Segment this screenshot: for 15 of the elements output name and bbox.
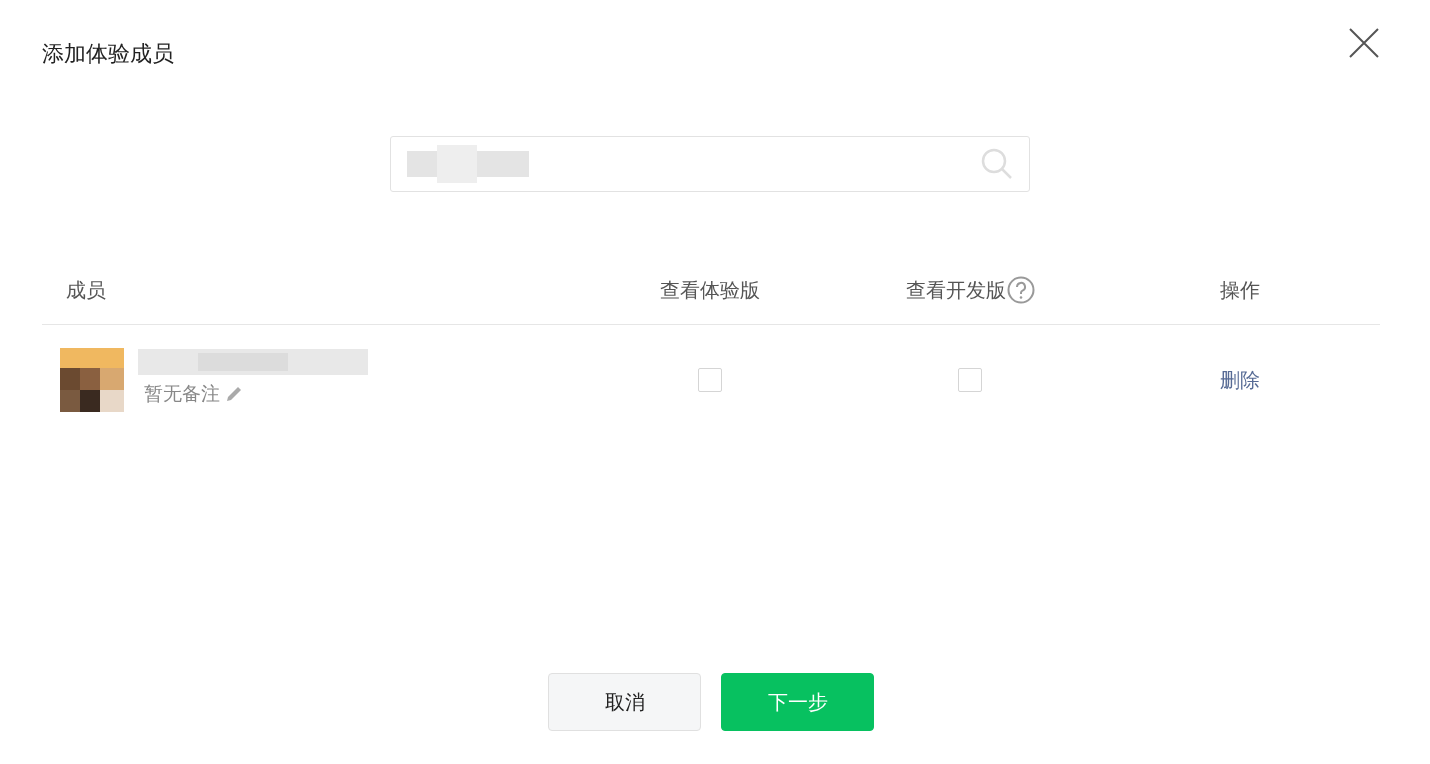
close-icon[interactable]	[1349, 28, 1379, 58]
search-field[interactable]	[390, 136, 1030, 192]
cancel-button[interactable]: 取消	[548, 673, 701, 731]
delete-link[interactable]: 删除	[1220, 366, 1260, 394]
member-note: 暂无备注	[144, 381, 220, 406]
pencil-icon[interactable]	[224, 384, 244, 404]
column-header: 成员	[66, 276, 106, 304]
column-header: 查看体验版	[660, 276, 760, 304]
column-header: 查看开发版	[905, 276, 1006, 304]
checkbox[interactable]	[698, 368, 722, 392]
column-header: 操作	[1220, 276, 1260, 304]
dialog-title: 添加体验成员	[42, 40, 174, 68]
checkbox[interactable]	[958, 368, 982, 392]
help-icon[interactable]	[1006, 276, 1035, 304]
search-icon[interactable]	[981, 148, 1013, 180]
